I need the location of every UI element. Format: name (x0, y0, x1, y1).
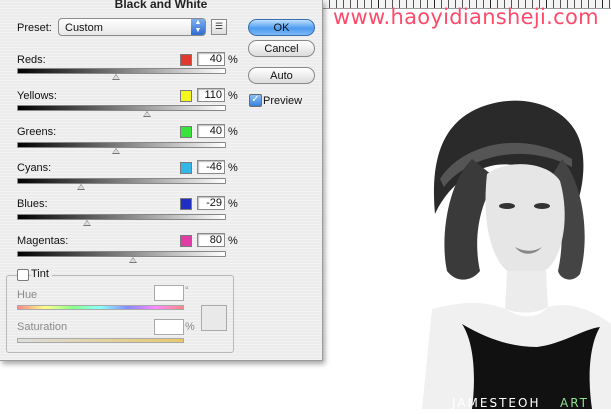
preset-value: Custom (65, 22, 103, 34)
dropdown-arrows-icon: ▲ ▼ (191, 19, 205, 35)
blues-swatch (180, 198, 192, 210)
reds-slider-thumb[interactable] (112, 74, 121, 80)
yellows-value-input[interactable]: 110 (197, 88, 225, 102)
cyans-value-input[interactable]: -46 (197, 160, 225, 174)
saturation-label: Saturation (17, 321, 68, 333)
magentas-swatch (180, 235, 192, 247)
preview-checkbox[interactable]: ✓ (249, 94, 262, 107)
saturation-value-input[interactable] (154, 319, 184, 335)
magentas-value-input[interactable]: 80 (197, 233, 225, 247)
cyans-slider-track[interactable] (17, 178, 226, 184)
magentas-unit: % (228, 235, 238, 247)
saturation-slider-track[interactable] (17, 338, 184, 343)
blues-value-input[interactable]: -29 (197, 196, 225, 210)
dialog-title: Black and White (114, 0, 208, 11)
greens-unit: % (228, 126, 238, 138)
document-canvas (322, 9, 611, 409)
greens-slider-thumb[interactable] (112, 148, 121, 154)
yellows-slider-track[interactable] (17, 105, 226, 111)
magentas-slider-thumb[interactable] (128, 257, 137, 263)
hue-value-input[interactable] (154, 285, 184, 301)
saturation-unit: % (185, 321, 195, 333)
preset-label: Preset: (17, 22, 52, 34)
hue-slider-track[interactable] (17, 305, 184, 310)
blues-unit: % (228, 198, 238, 210)
blues-slider-track[interactable] (17, 214, 226, 220)
portrait-photo (322, 9, 611, 409)
reds-unit: % (228, 54, 238, 66)
auto-button[interactable]: Auto (248, 67, 315, 84)
hue-label: Hue (17, 289, 38, 301)
greens-value-input[interactable]: 40 (197, 124, 225, 138)
blues-label: Blues: (17, 198, 48, 210)
tint-color-swatch[interactable] (201, 305, 227, 331)
cyans-slider-thumb[interactable] (77, 184, 86, 190)
yellows-unit: % (228, 90, 238, 102)
magentas-slider-track[interactable] (17, 251, 226, 257)
tint-label: Tint (31, 268, 52, 280)
greens-label: Greens: (17, 126, 57, 138)
preview-label: Preview (263, 95, 303, 107)
tint-checkbox[interactable] (17, 269, 29, 281)
reds-label: Reds: (17, 54, 46, 66)
preset-dropdown[interactable]: Custom ▲ ▼ (58, 18, 206, 36)
hue-unit: ° (185, 285, 189, 295)
yellows-swatch (180, 90, 192, 102)
yellows-label: Yellows: (17, 90, 57, 102)
cyans-label: Cyans: (17, 162, 52, 174)
cyans-unit: % (228, 162, 238, 174)
yellows-slider-thumb[interactable] (143, 111, 152, 117)
reds-value-input[interactable]: 40 (197, 52, 225, 66)
website-watermark: www.haoyidiansheji.com (333, 5, 599, 29)
greens-swatch (180, 126, 192, 138)
photo-signature: JAMESTEOH (452, 396, 541, 410)
checkmark-icon: ✓ (251, 94, 260, 105)
magentas-label: Magentas: (17, 235, 69, 247)
reds-swatch (180, 54, 192, 66)
preset-options-button[interactable]: ☰ (211, 19, 227, 35)
cancel-button[interactable]: Cancel (248, 40, 315, 57)
photo-signature-accent: ART (560, 396, 590, 410)
blues-slider-thumb[interactable] (83, 220, 92, 226)
black-and-white-dialog: Black and White Preset: Custom ▲ ▼ ☰ OK C… (0, 0, 323, 361)
reds-slider-track[interactable] (17, 68, 226, 74)
greens-slider-track[interactable] (17, 142, 226, 148)
cyans-swatch (180, 162, 192, 174)
ok-button[interactable]: OK (248, 19, 315, 36)
